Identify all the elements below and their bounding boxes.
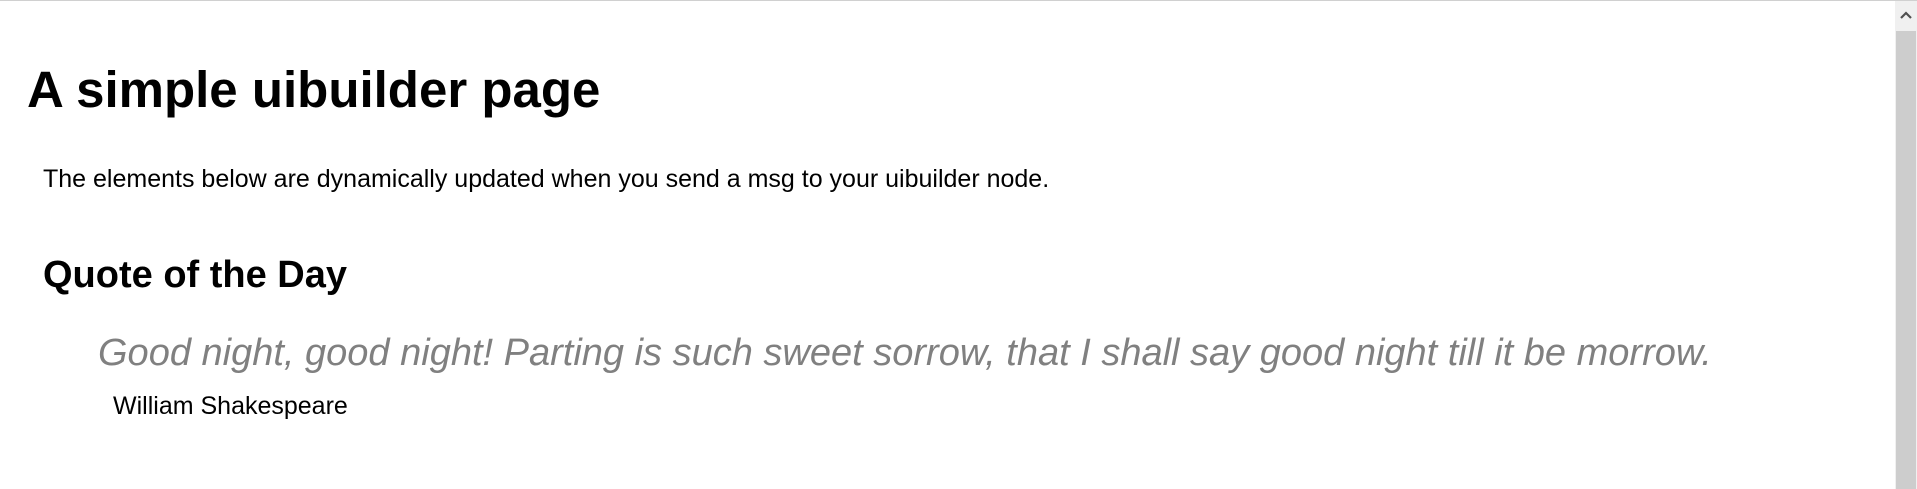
quote-section-heading: Quote of the Day [43, 254, 348, 296]
page-title: A simple uibuilder page [27, 61, 601, 118]
browser-viewport: A simple uibuilder page The elements bel… [0, 0, 1917, 489]
chevron-up-icon [1900, 11, 1912, 19]
intro-text: The elements below are dynamically updat… [43, 165, 1050, 193]
scroll-up-button[interactable] [1895, 1, 1917, 29]
quote-author: William Shakespeare [113, 392, 348, 420]
quote-text: Good night, good night! Parting is such … [98, 332, 1712, 374]
page-content: A simple uibuilder page The elements bel… [0, 1, 1895, 489]
scrollbar-thumb[interactable] [1896, 31, 1916, 489]
vertical-scrollbar[interactable] [1895, 1, 1917, 489]
